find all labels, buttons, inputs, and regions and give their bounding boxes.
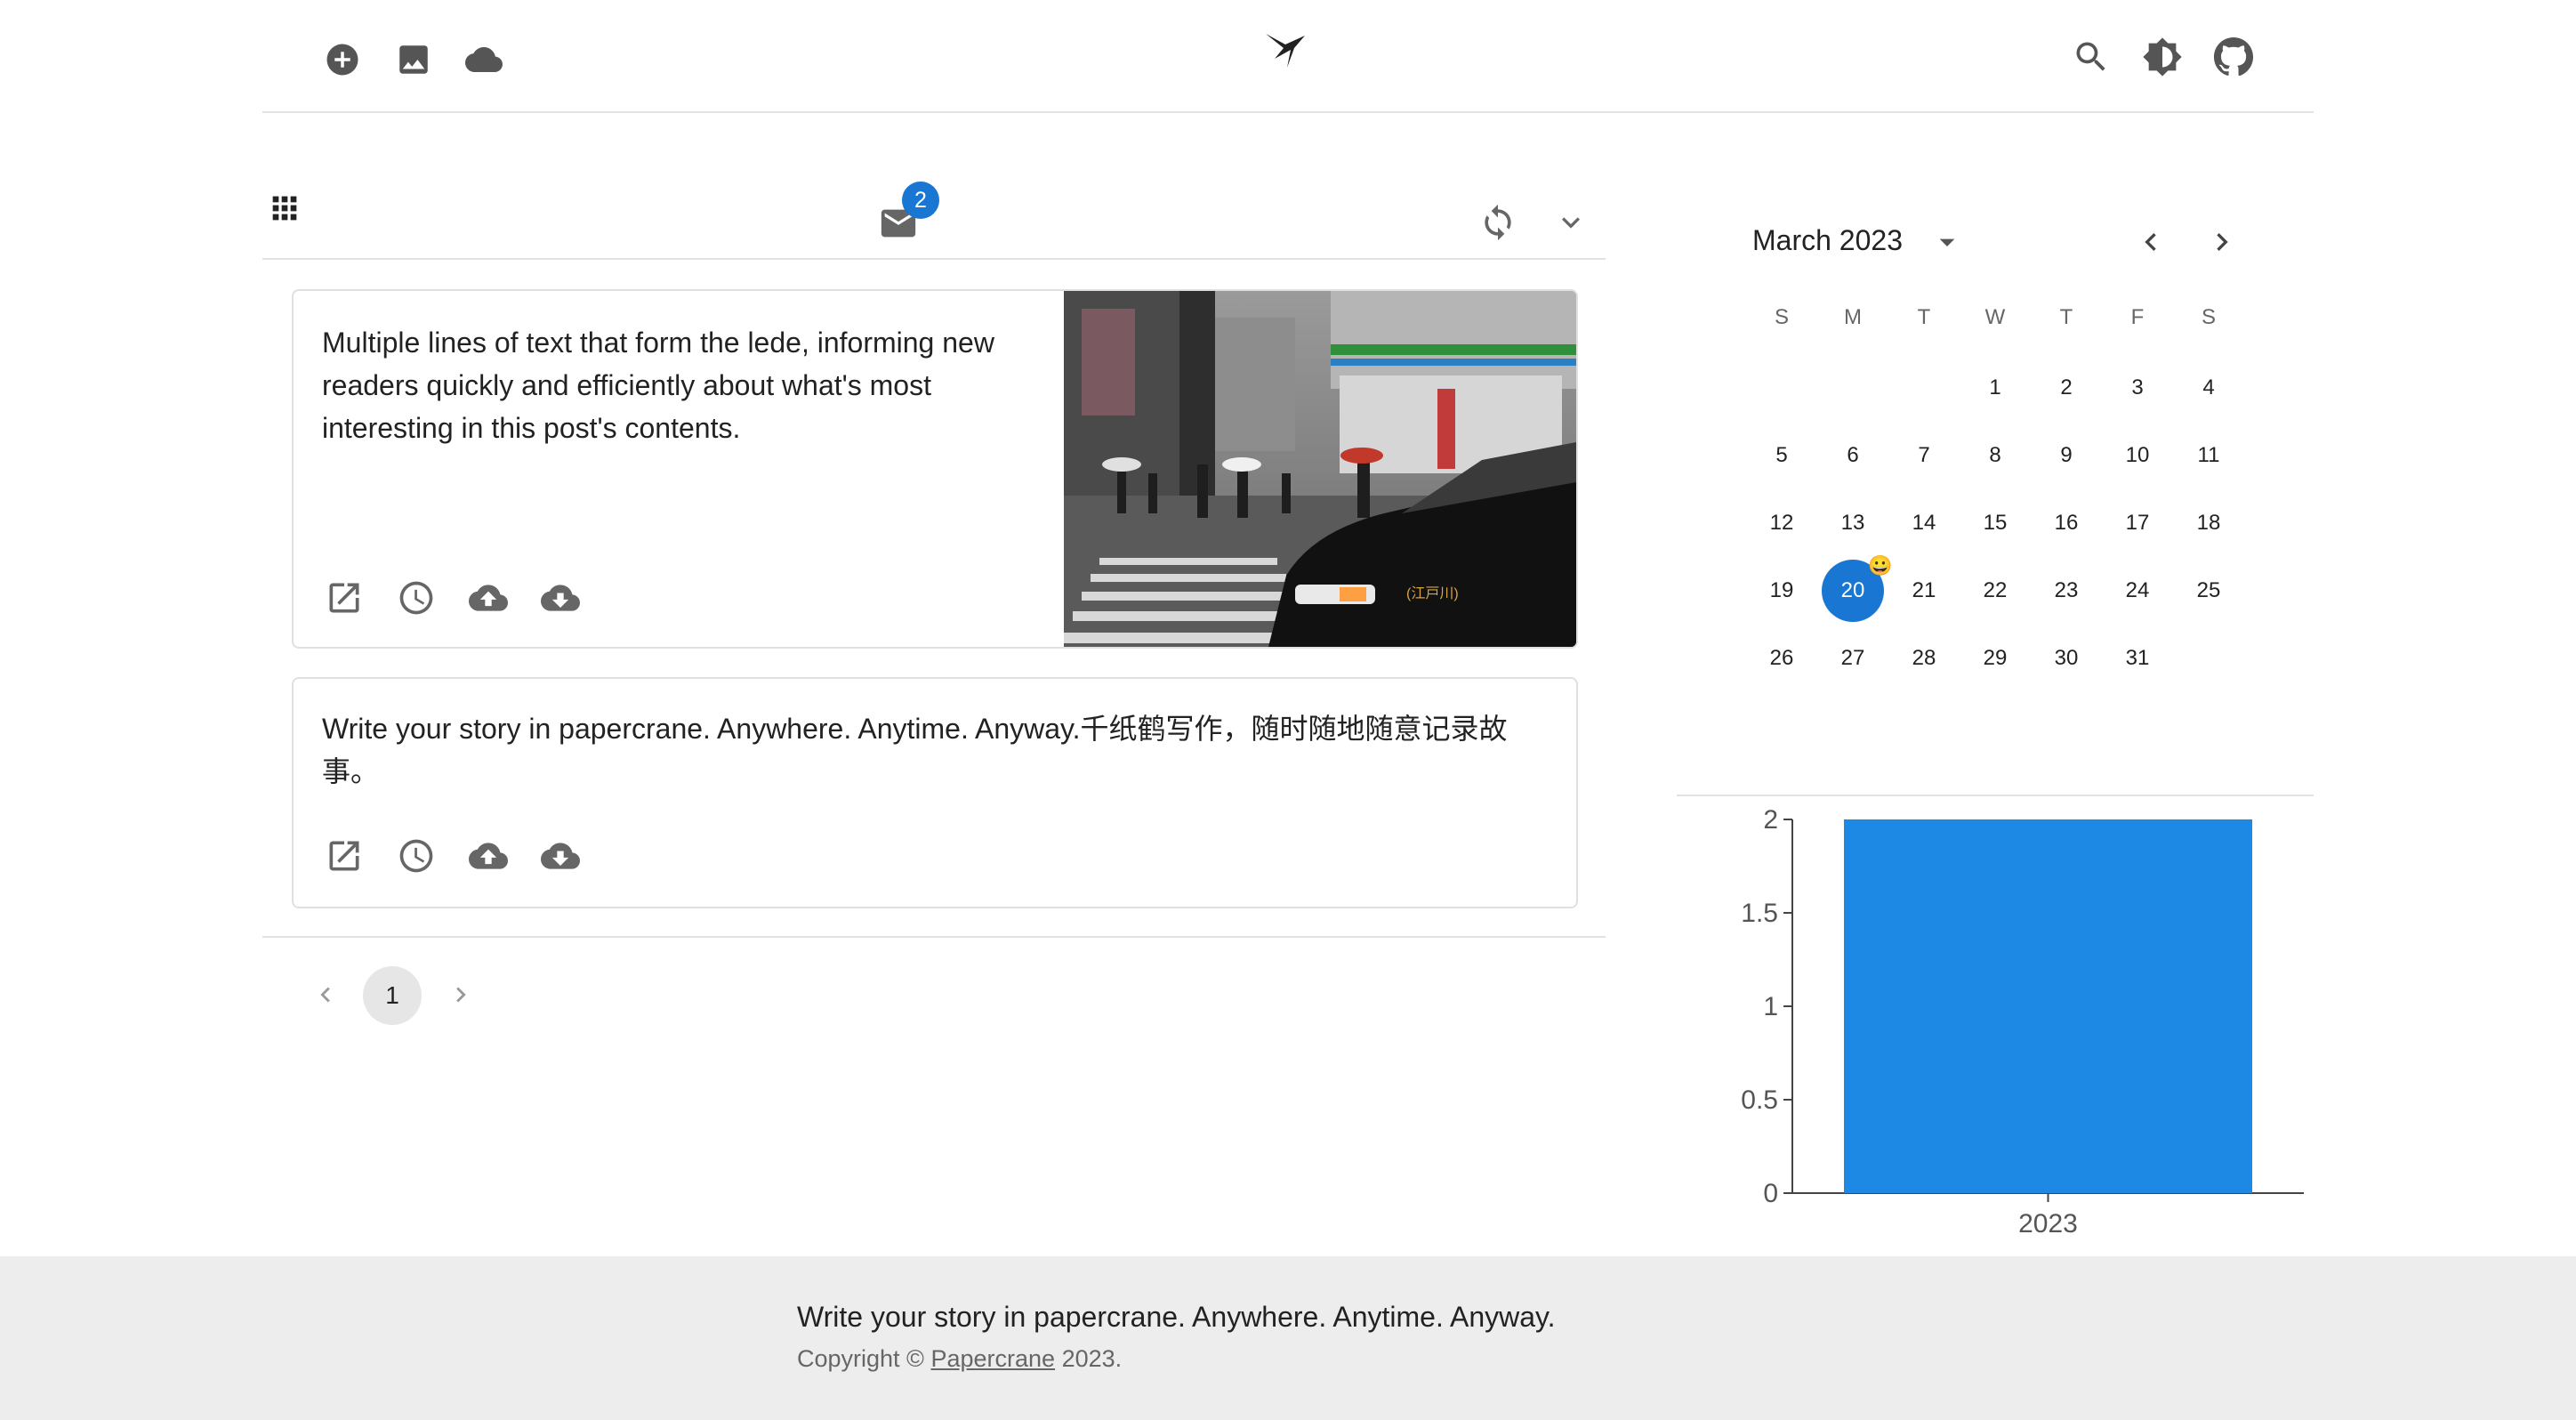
x-tick-label: 2023 [2018,1209,2078,1238]
calendar-day[interactable]: 23 [2035,560,2097,622]
calendar-day[interactable]: 14 [1893,492,1955,554]
calendar-day[interactable]: 29 [1964,627,2026,690]
y-tick-label: 1 [1763,992,1778,1021]
cloud-download-icon[interactable] [538,834,583,878]
calendar-day[interactable]: 25 [2178,560,2240,622]
copyright-prefix: Copyright © [797,1345,924,1372]
paper-crane-logo[interactable] [1263,27,1308,71]
weekday-label: T [1917,305,1931,329]
search-icon[interactable] [2068,34,2114,80]
taxi-sign-text: (江戸川) [1406,585,1459,601]
calendar-day[interactable]: 4 [2178,357,2240,419]
open-in-new-icon[interactable] [322,834,366,878]
page-1-button[interactable]: 1 [363,966,422,1025]
bar-2023 [1844,819,2252,1193]
post-card[interactable]: Write your story in papercrane. Anywhere… [292,677,1578,908]
yearly-posts-chart: 0 0.5 1 1.5 2 2023 [1721,805,2308,1250]
y-tick-label: 2 [1763,805,1778,835]
apps-icon[interactable] [263,187,306,230]
calendar-day[interactable]: 19 [1751,560,1813,622]
clock-icon[interactable] [394,576,439,620]
copyright-year: 2023. [1061,1345,1123,1372]
chevron-right-icon[interactable] [443,977,479,1013]
calendar-day[interactable]: 3 [2106,357,2169,419]
calendar-month-label[interactable]: March 2023 [1752,224,1903,257]
chevron-left-icon[interactable] [308,977,343,1013]
papercrane-link[interactable]: Papercrane [930,1345,1055,1372]
cloud-icon[interactable] [461,37,507,82]
calendar-day[interactable]: 9 [2035,424,2097,487]
post-lede: Multiple lines of text that form the led… [322,327,994,444]
calendar-day[interactable]: 15 [1964,492,2026,554]
calendar-day[interactable]: 22 [1964,560,2026,622]
brightness-icon[interactable] [2139,34,2186,80]
clock-icon[interactable] [394,834,439,878]
calendar-day[interactable]: 30 [2035,627,2097,690]
footer-copyright: Copyright © Papercrane 2023. [797,1345,1122,1373]
weekday-label: W [1984,305,2006,329]
weekday-label: S [2201,305,2216,329]
post-cover-image[interactable]: (江戸川) [1064,291,1576,647]
weekday-label: S [1774,305,1789,329]
toolbar-divider [262,258,1606,260]
calendar-day[interactable]: 21 [1893,560,1955,622]
y-tick-label: 1.5 [1741,899,1778,928]
weekday-label: T [2059,305,2073,329]
calendar-day[interactable]: 24 [2106,560,2169,622]
calendar-day[interactable]: 1 [1964,357,2026,419]
y-tick-label: 0.5 [1741,1085,1778,1115]
post-lede: Write your story in papercrane. Anywhere… [322,713,1508,787]
calendar-day[interactable]: 5 [1751,424,1813,487]
previous-month-icon[interactable] [2131,222,2170,262]
github-icon[interactable] [2210,34,2257,80]
post-actions [322,834,583,878]
image-icon[interactable] [391,37,436,82]
sync-icon[interactable] [1477,199,1519,246]
add-circle-icon[interactable] [320,37,365,82]
post-card[interactable]: Multiple lines of text that form the led… [292,289,1578,649]
header-divider [262,111,2314,113]
footer-tagline: Write your story in papercrane. Anywhere… [797,1301,1556,1333]
weekday-label: F [2130,305,2145,329]
calendar-day[interactable]: 7 [1893,424,1955,487]
calendar-day[interactable]: 26 [1751,627,1813,690]
y-tick-label: 0 [1763,1179,1778,1208]
calendar-day[interactable]: 11 [2178,424,2240,487]
calendar-day[interactable]: 6 [1822,424,1884,487]
open-in-new-icon[interactable] [322,576,366,620]
list-divider [262,936,1606,938]
day-marker-emoji: 😀 [1868,554,1893,577]
calendar-day[interactable]: 27 [1822,627,1884,690]
calendar-day[interactable]: 18 [2178,492,2240,554]
mail-count-badge: 2 [902,182,939,219]
post-actions [322,576,583,620]
cloud-upload-icon[interactable] [466,834,511,878]
calendar-day[interactable]: 28 [1893,627,1955,690]
cloud-upload-icon[interactable] [466,576,511,620]
footer: Write your story in papercrane. Anywhere… [0,1256,2576,1420]
chevron-down-icon[interactable] [1550,201,1592,244]
calendar-day[interactable]: 10 [2106,424,2169,487]
calendar-day[interactable]: 31 [2106,627,2169,690]
calendar-day[interactable]: 16 [2035,492,2097,554]
chart-divider [1677,795,2314,796]
weekday-label: M [1844,305,1862,329]
calendar-day[interactable]: 12 [1751,492,1813,554]
caret-down-icon[interactable] [1928,222,1967,262]
next-month-icon[interactable] [2202,222,2242,262]
calendar-day[interactable]: 13 [1822,492,1884,554]
calendar-day[interactable]: 17 [2106,492,2169,554]
cloud-download-icon[interactable] [538,576,583,620]
calendar-day[interactable]: 2 [2035,357,2097,419]
calendar-day[interactable]: 8 [1964,424,2026,487]
